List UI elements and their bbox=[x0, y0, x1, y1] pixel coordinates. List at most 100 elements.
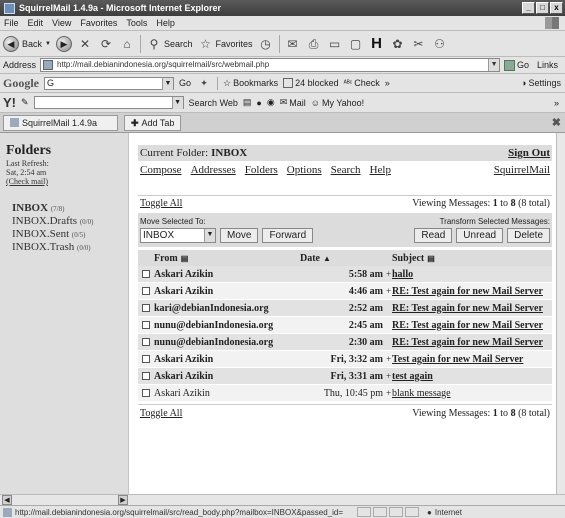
message-checkbox[interactable] bbox=[142, 270, 150, 278]
nav-search[interactable]: Search bbox=[331, 164, 361, 176]
pencil-icon[interactable]: ✎ bbox=[21, 97, 29, 108]
message-checkbox[interactable] bbox=[142, 372, 150, 380]
message-subject-link[interactable]: RE: Test again for new Mail Server bbox=[392, 337, 552, 348]
sort-icon[interactable]: ▤ bbox=[427, 254, 435, 263]
nav-help[interactable]: Help bbox=[370, 164, 391, 176]
go-button[interactable]: Go bbox=[504, 59, 529, 71]
options-icon[interactable]: ▤ bbox=[243, 97, 252, 108]
message-checkbox[interactable] bbox=[142, 389, 150, 397]
message-checkbox[interactable] bbox=[142, 355, 150, 363]
my-yahoo-button[interactable]: ☺ My Yahoo! bbox=[311, 98, 364, 108]
menu-view[interactable]: View bbox=[52, 18, 71, 28]
delete-button[interactable]: Delete bbox=[507, 228, 550, 243]
chevron-down-icon[interactable]: ▼ bbox=[204, 229, 215, 242]
toggle-all-link[interactable]: Toggle All bbox=[140, 198, 182, 209]
menu-tools[interactable]: Tools bbox=[126, 18, 147, 28]
discuss-icon[interactable]: ▢ bbox=[348, 36, 364, 52]
favorites-button[interactable]: ☆ Favorites bbox=[198, 36, 252, 52]
message-subject-link[interactable]: RE: Test again for new Mail Server bbox=[392, 303, 552, 314]
search-button[interactable]: ⚲ Search bbox=[146, 36, 193, 52]
research-icon[interactable]: H bbox=[369, 35, 385, 52]
column-date[interactable]: Date ▲ bbox=[300, 253, 386, 264]
popup-blocked-button[interactable]: 24 blocked bbox=[283, 78, 339, 88]
add-tab-button[interactable]: ✚ Add Tab bbox=[124, 114, 182, 131]
column-subject[interactable]: Subject ▤ bbox=[392, 253, 435, 264]
forward-button[interactable]: ▶ bbox=[55, 35, 72, 52]
google-settings-button[interactable]: ◑ Settings bbox=[521, 78, 561, 88]
address-input[interactable]: http://mail.debianindonesia.org/squirrel… bbox=[40, 58, 501, 72]
menu-help[interactable]: Help bbox=[156, 18, 175, 28]
google-options-icon[interactable]: ✦ bbox=[196, 75, 212, 91]
chevron-down-icon[interactable]: ▼ bbox=[488, 59, 500, 71]
nav-options[interactable]: Options bbox=[287, 164, 322, 176]
sort-ascending-icon[interactable]: ▲ bbox=[323, 254, 331, 263]
move-button[interactable]: Move bbox=[220, 228, 259, 243]
folder-trash[interactable]: INBOX.Trash (0/0) bbox=[12, 241, 128, 254]
print-icon[interactable]: ⎙ bbox=[306, 36, 322, 52]
toggle-all-link[interactable]: Toggle All bbox=[140, 408, 182, 419]
column-from[interactable]: From ▤ bbox=[154, 253, 300, 264]
refresh-icon[interactable]: ⟳ bbox=[98, 36, 114, 52]
check-mail-link[interactable]: (Check mail) bbox=[6, 177, 128, 186]
sign-out-link[interactable]: Sign Out bbox=[508, 147, 550, 159]
message-subject-link[interactable]: RE: Test again for new Mail Server bbox=[392, 320, 552, 331]
message-row[interactable]: Askari Azikin Thu, 10:45 pm + blank message bbox=[138, 385, 552, 402]
stop-icon[interactable]: ✕ bbox=[77, 36, 93, 52]
minimize-button[interactable]: _ bbox=[522, 2, 535, 14]
message-subject-link[interactable]: Test again for new Mail Server bbox=[392, 354, 552, 365]
mail-icon[interactable]: ✉ bbox=[285, 36, 301, 52]
chevron-down-icon[interactable]: ▼ bbox=[171, 97, 183, 109]
maximize-button[interactable]: □ bbox=[536, 2, 549, 14]
tab-squirrelmail[interactable]: SquirrelMail 1.4.9a bbox=[3, 114, 118, 131]
folder-drafts[interactable]: INBOX.Drafts (0/0) bbox=[12, 215, 128, 228]
message-row[interactable]: Askari Azikin Fri, 3:31 am + test again bbox=[138, 368, 552, 385]
message-checkbox[interactable] bbox=[142, 304, 150, 312]
messenger-icon[interactable]: ✿ bbox=[390, 36, 406, 52]
folder-inbox[interactable]: INBOX (7/8) bbox=[12, 202, 128, 215]
nav-compose[interactable]: Compose bbox=[140, 164, 182, 176]
message-row[interactable]: nunu@debianIndonesia.org 2:30 am RE: Test … bbox=[138, 334, 552, 351]
yahoo-mail-button[interactable]: ✉ Mail bbox=[280, 97, 306, 108]
more-chevron-icon[interactable]: » bbox=[554, 98, 559, 108]
google-go-button[interactable]: Go bbox=[179, 78, 191, 88]
message-checkbox[interactable] bbox=[142, 321, 150, 329]
nav-addresses[interactable]: Addresses bbox=[191, 164, 236, 176]
message-subject-link[interactable]: RE: Test again for new Mail Server bbox=[392, 286, 552, 297]
message-checkbox[interactable] bbox=[142, 287, 150, 295]
horizontal-scrollbar[interactable]: ◀ ▶ bbox=[0, 494, 565, 505]
message-row[interactable]: Askari Azikin Fri, 3:32 am + Test again for… bbox=[138, 351, 552, 368]
message-row[interactable]: kari@debianIndonesia.org 2:52 am RE: Test … bbox=[138, 300, 552, 317]
menu-edit[interactable]: Edit bbox=[28, 18, 44, 28]
vertical-scrollbar[interactable] bbox=[556, 133, 565, 494]
close-button[interactable]: x bbox=[550, 2, 563, 14]
home-icon[interactable]: ⌂ bbox=[119, 36, 135, 52]
menu-favorites[interactable]: Favorites bbox=[80, 18, 117, 28]
more-chevron-icon[interactable]: » bbox=[385, 78, 390, 88]
chevron-down-icon[interactable]: ▼ bbox=[162, 77, 173, 90]
folder-sent[interactable]: INBOX.Sent (0/5) bbox=[12, 228, 128, 241]
message-subject-link[interactable]: hallo bbox=[392, 269, 552, 280]
back-button[interactable]: ◀ Back ▼ bbox=[3, 35, 51, 52]
globe-icon[interactable]: ● bbox=[256, 98, 261, 108]
scroll-right-icon[interactable]: ▶ bbox=[118, 495, 128, 505]
read-button[interactable]: Read bbox=[414, 228, 453, 243]
move-target-select[interactable]: INBOX ▼ bbox=[140, 228, 216, 243]
search-web-button[interactable]: Search Web bbox=[189, 98, 238, 108]
message-subject-link[interactable]: blank message bbox=[392, 388, 552, 399]
squirrelmail-link[interactable]: SquirrelMail bbox=[494, 164, 550, 176]
nav-folders[interactable]: Folders bbox=[245, 164, 278, 176]
forward-button[interactable]: Forward bbox=[262, 228, 314, 243]
scroll-left-icon[interactable]: ◀ bbox=[2, 495, 12, 505]
message-row[interactable]: Askari Azikin 5:58 am + hallo bbox=[138, 266, 552, 283]
message-row[interactable]: Askari Azikin 4:46 am + RE: Test again for … bbox=[138, 283, 552, 300]
users-icon[interactable]: ⚇ bbox=[432, 36, 448, 52]
yahoo-search-input[interactable]: ▼ bbox=[33, 96, 184, 109]
alert-icon[interactable]: ◉ bbox=[267, 97, 275, 108]
unread-button[interactable]: Unread bbox=[456, 228, 504, 243]
bookmarks-button[interactable]: ☆ Bookmarks bbox=[223, 78, 278, 89]
sort-icon[interactable]: ▤ bbox=[181, 254, 189, 263]
spell-check-button[interactable]: ᴬᴮᶜ Check bbox=[344, 78, 380, 88]
close-tab-icon[interactable]: ✖ bbox=[552, 116, 561, 129]
menu-file[interactable]: File bbox=[4, 18, 19, 28]
google-search-input[interactable]: G ▼ bbox=[44, 76, 174, 90]
